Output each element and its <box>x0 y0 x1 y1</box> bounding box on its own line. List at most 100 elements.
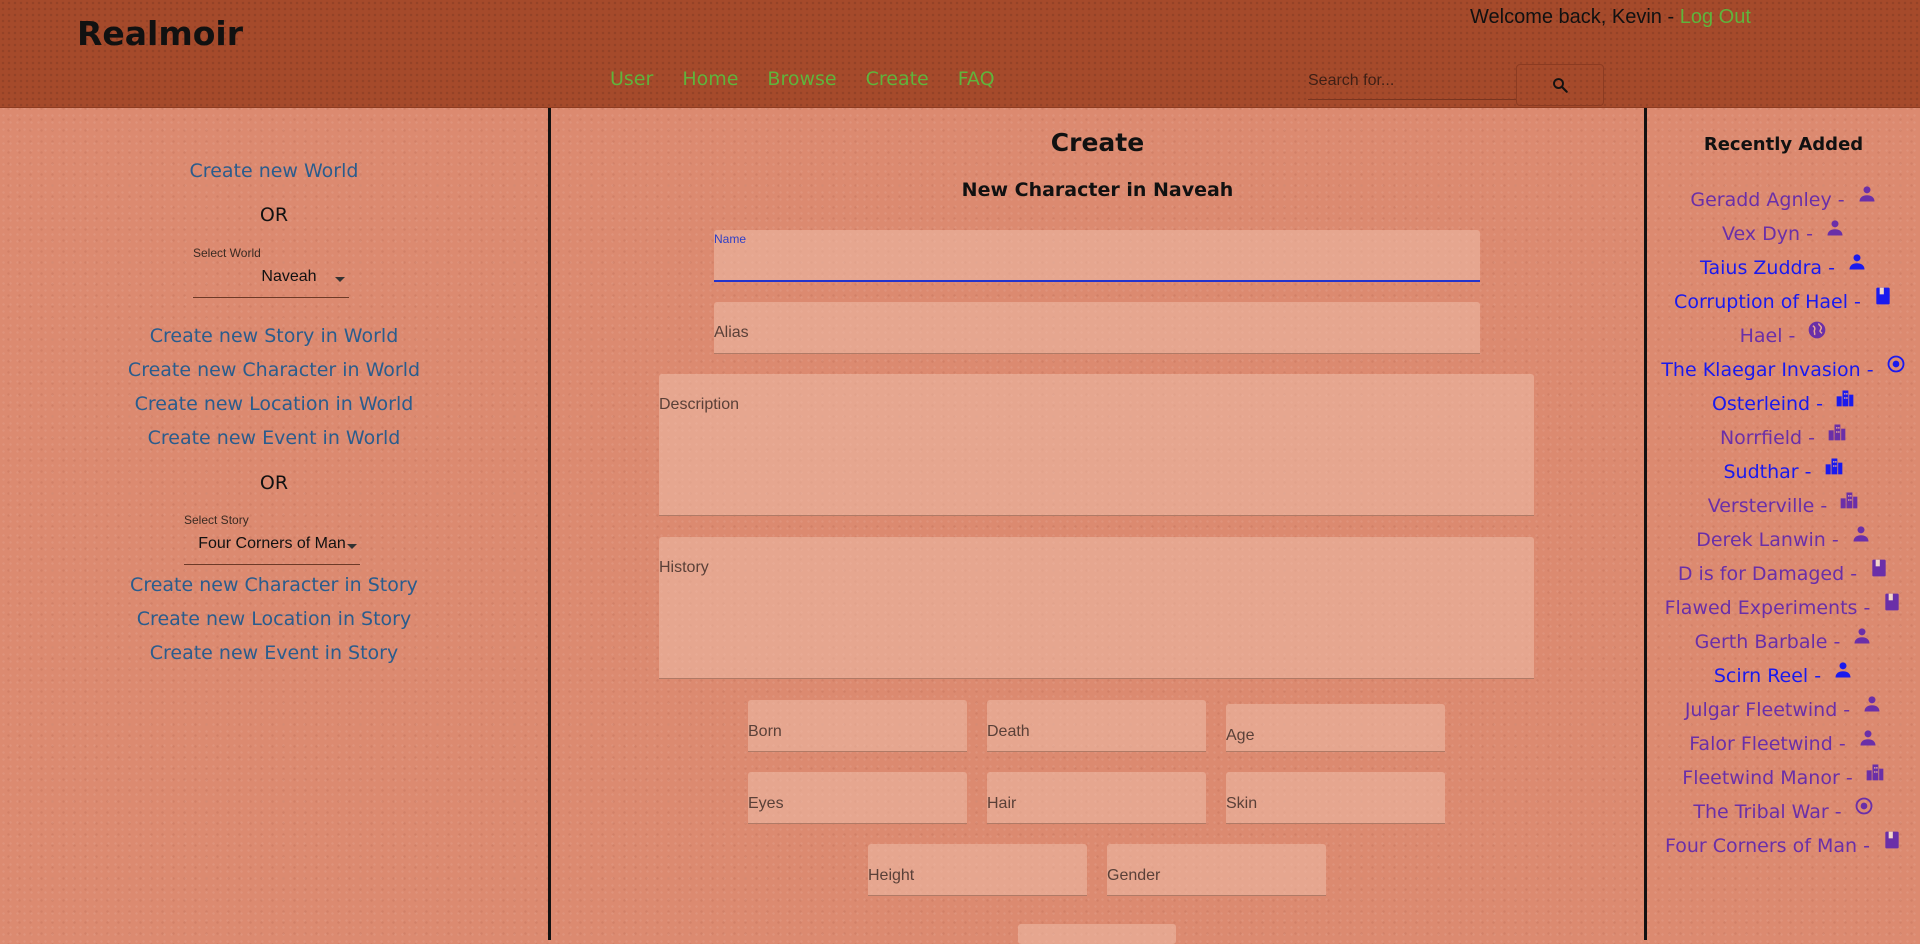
history-label: History <box>659 559 709 576</box>
gender-field[interactable]: Gender <box>1107 844 1326 896</box>
person-icon <box>1862 694 1882 714</box>
nav-faq[interactable]: FAQ <box>958 68 995 90</box>
recent-item[interactable]: Flawed Experiments - <box>1647 591 1920 625</box>
recent-item-label: Taius Zuddra - <box>1700 257 1841 279</box>
recently-added-title: Recently Added <box>1703 134 1864 155</box>
alias-label: Alias <box>714 324 749 341</box>
recent-item[interactable]: Corruption of Hael - <box>1647 285 1920 319</box>
recent-item-label: Julgar Fleetwind - <box>1684 699 1857 721</box>
event-icon <box>1854 796 1874 816</box>
recent-item[interactable]: Sudthar - <box>1647 455 1920 489</box>
person-icon <box>1857 184 1877 204</box>
create-story-in-world-link[interactable]: Create new Story in World <box>0 325 548 347</box>
hair-label: Hair <box>987 795 1017 812</box>
recently-added-list: Geradd Agnley - Vex Dyn - Taius Zuddra -… <box>1647 183 1920 863</box>
born-field[interactable]: Born <box>748 700 967 752</box>
recent-item[interactable]: Gerth Barbale - <box>1647 625 1920 659</box>
recent-item-label: Versterville - <box>1707 495 1834 517</box>
create-location-in-world-link[interactable]: Create new Location in World <box>0 393 548 415</box>
globe-icon <box>1807 320 1827 340</box>
form-subtitle: New Character in Naveah <box>961 179 1234 201</box>
recent-item-label: Norrfield - <box>1719 427 1822 449</box>
recent-item[interactable]: Scirn Reel - <box>1647 659 1920 693</box>
recent-item-label: Vex Dyn - <box>1721 223 1819 245</box>
create-event-in-world-link[interactable]: Create new Event in World <box>0 427 548 449</box>
submit-button[interactable] <box>1018 924 1176 944</box>
create-location-in-story-link[interactable]: Create new Location in Story <box>0 608 548 630</box>
create-event-in-story-link[interactable]: Create new Event in Story <box>0 642 548 664</box>
or-separator: OR <box>259 204 289 226</box>
recent-item-label: Falor Fleetwind - <box>1689 733 1852 755</box>
top-header: Realmoir Welcome back, Kevin - Log Out U… <box>0 0 1920 108</box>
eyes-label: Eyes <box>748 795 784 812</box>
recent-item[interactable]: The Klaegar Invasion - <box>1647 353 1920 387</box>
age-field[interactable]: Age <box>1226 704 1445 752</box>
recent-item-label: Flawed Experiments - <box>1664 597 1877 619</box>
world-select[interactable]: Naveah <box>193 268 349 298</box>
story-select[interactable]: Four Corners of Man <box>184 535 360 565</box>
search-icon <box>1553 78 1568 93</box>
recent-item[interactable]: Four Corners of Man - <box>1647 829 1920 863</box>
recent-item-label: The Klaegar Invasion - <box>1661 359 1880 381</box>
create-character-in-world-link[interactable]: Create new Character in World <box>0 359 548 381</box>
recent-item[interactable]: Geradd Agnley - <box>1647 183 1920 217</box>
recent-item[interactable]: Norrfield - <box>1647 421 1920 455</box>
recent-item-label: Gerth Barbale - <box>1694 631 1847 653</box>
recent-item[interactable]: Hael - <box>1647 319 1920 353</box>
search-input[interactable] <box>1308 66 1516 100</box>
recent-item-label: Hael - <box>1739 325 1802 347</box>
name-input[interactable] <box>714 248 1480 278</box>
recent-item[interactable]: Falor Fleetwind - <box>1647 727 1920 761</box>
main-nav: User Home Browse Create FAQ <box>610 68 995 90</box>
app-logo[interactable]: Realmoir <box>77 14 243 53</box>
eyes-field[interactable]: Eyes <box>748 772 967 824</box>
welcome-message: Welcome back, Kevin - Log Out <box>1470 6 1751 29</box>
recent-item-label: D is for Damaged - <box>1677 563 1864 585</box>
history-field[interactable]: History <box>659 537 1534 679</box>
book-icon <box>1882 830 1902 850</box>
story-select-label: Select Story <box>184 513 249 527</box>
height-field[interactable]: Height <box>868 844 1087 896</box>
person-icon <box>1858 728 1878 748</box>
recent-item[interactable]: Taius Zuddra - <box>1647 251 1920 285</box>
city-icon <box>1835 388 1855 408</box>
recent-item[interactable]: D is for Damaged - <box>1647 557 1920 591</box>
search-button[interactable] <box>1516 64 1604 106</box>
nav-home[interactable]: Home <box>682 68 738 90</box>
or-separator: OR <box>259 472 289 494</box>
nav-create[interactable]: Create <box>866 68 929 90</box>
nav-user[interactable]: User <box>610 68 653 90</box>
city-icon <box>1827 422 1847 442</box>
recent-item[interactable]: Vex Dyn - <box>1647 217 1920 251</box>
recent-item-label: Fleetwind Manor - <box>1682 767 1859 789</box>
recent-item[interactable]: The Tribal War - <box>1647 795 1920 829</box>
born-label: Born <box>748 723 782 740</box>
name-field[interactable]: Name <box>714 230 1480 282</box>
recent-item[interactable]: Derek Lanwin - <box>1647 523 1920 557</box>
death-field[interactable]: Death <box>987 700 1206 752</box>
book-icon <box>1873 286 1893 306</box>
hair-field[interactable]: Hair <box>987 772 1206 824</box>
person-icon <box>1833 660 1853 680</box>
recent-item[interactable]: Versterville - <box>1647 489 1920 523</box>
alias-field[interactable]: Alias <box>714 302 1480 354</box>
recent-item-label: Four Corners of Man - <box>1665 835 1876 857</box>
recent-item[interactable]: Julgar Fleetwind - <box>1647 693 1920 727</box>
recent-item[interactable]: Fleetwind Manor - <box>1647 761 1920 795</box>
create-character-in-story-link[interactable]: Create new Character in Story <box>0 574 548 596</box>
gender-label: Gender <box>1107 867 1161 884</box>
book-icon <box>1882 592 1902 612</box>
age-label: Age <box>1226 727 1255 744</box>
world-select-value: Naveah <box>261 268 317 285</box>
nav-browse[interactable]: Browse <box>767 68 836 90</box>
description-field[interactable]: Description <box>659 374 1534 516</box>
city-icon <box>1824 456 1844 476</box>
person-icon <box>1847 252 1867 272</box>
recent-item[interactable]: Osterleind - <box>1647 387 1920 421</box>
create-world-link[interactable]: Create new World <box>0 160 548 182</box>
recent-item-label: Sudthar - <box>1723 461 1818 483</box>
logout-link[interactable]: Log Out <box>1680 6 1751 28</box>
recent-item-label: Geradd Agnley - <box>1690 189 1851 211</box>
skin-field[interactable]: Skin <box>1226 772 1445 824</box>
recent-item-label: The Tribal War - <box>1693 801 1848 823</box>
